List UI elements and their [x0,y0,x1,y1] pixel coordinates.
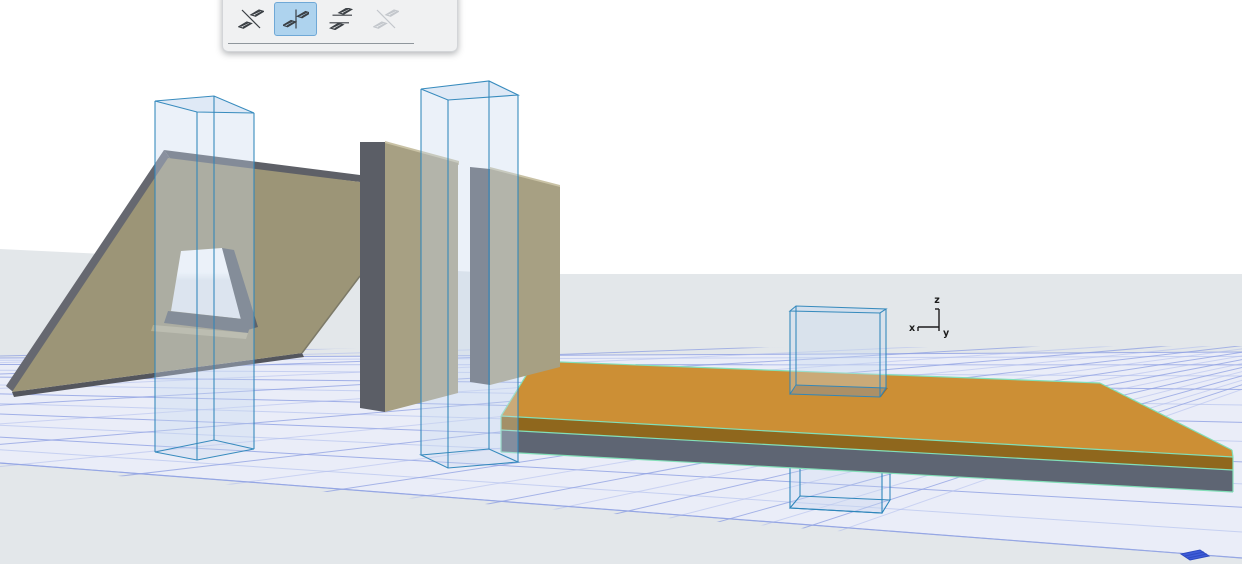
axis-label-y: y [943,328,950,339]
toolbar-button-row [229,2,407,36]
wall-ref-line-center-button[interactable] [274,2,317,36]
wall-reference-line-cross-disabled-icon [372,9,399,29]
3d-viewport[interactable]: z x y [0,0,1242,564]
axis-label-z: z [934,295,940,306]
wall-reference-line-edges-icon [328,8,353,30]
marquee-box-middle[interactable] [418,80,521,469]
wall-reference-line-cross-icon [237,9,264,29]
marquee-box-slab-upper[interactable] [788,305,888,398]
wall-ref-line-edges-button[interactable] [319,2,362,36]
wall-ref-line-cross-disabled-button [364,2,407,36]
marquee-box-left[interactable] [154,95,255,461]
cad-3d-window: z x y [0,0,1242,564]
wall-reference-line-center-icon [282,9,309,29]
wall-ref-line-cross-button[interactable] [229,2,272,36]
wall-reference-line-toolbar [222,0,458,52]
axis-label-x: x [909,323,915,334]
toolbar-separator [228,43,414,44]
